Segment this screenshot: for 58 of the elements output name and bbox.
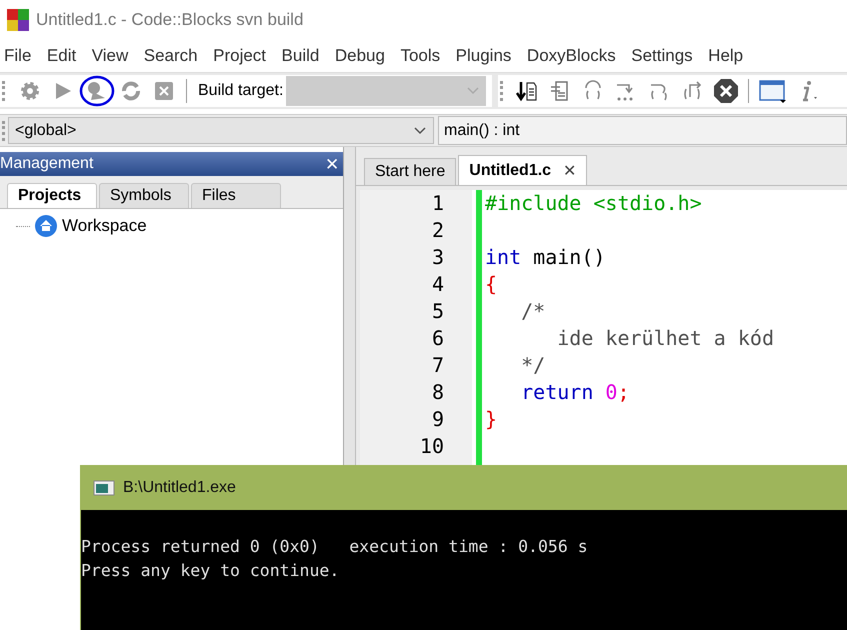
panel-title: Management: [0, 155, 94, 173]
chevron-icon: [466, 86, 480, 96]
highlight-circle: [78, 74, 116, 108]
panel-tab[interactable]: Projects: [7, 183, 97, 208]
tab-close-button[interactable]: ✕: [563, 160, 576, 180]
scope-dropdown[interactable]: <global>: [8, 117, 434, 144]
menu-item[interactable]: Project: [213, 46, 266, 66]
menu-item[interactable]: Debug: [334, 46, 385, 66]
menu-item[interactable]: Edit: [46, 46, 76, 66]
code-line: return 0;: [520, 380, 630, 404]
down-arrow-document-icon[interactable]: [515, 79, 540, 103]
code-line: }: [485, 407, 498, 431]
menu-item[interactable]: Plugins: [456, 46, 512, 66]
build-target-label: Build target:: [198, 82, 284, 100]
line-number: 5: [430, 298, 445, 325]
menu-item[interactable]: Tools: [400, 46, 440, 66]
line-number: 8: [430, 379, 445, 406]
menu-item[interactable]: Build: [282, 46, 320, 66]
line-number: 3: [430, 244, 445, 271]
chevron-icon: [413, 126, 427, 136]
line-number: 10: [418, 433, 445, 460]
close-button[interactable]: ✕: [325, 154, 339, 174]
menu-item[interactable]: View: [92, 46, 128, 66]
window-icon[interactable]: [758, 78, 788, 104]
refresh-icon[interactable]: [120, 80, 142, 102]
menu-item[interactable]: Search: [144, 46, 198, 66]
window-title: Untitled1.c - Code::Blocks svn build: [36, 10, 304, 30]
code-line: int main(): [485, 245, 606, 269]
line-number: 9: [430, 406, 445, 433]
code-line: #include <stdio.h>: [485, 191, 702, 215]
home-icon: [34, 214, 58, 238]
console-output-line: Process returned 0 (0x0) execution time : 0.056 s: [81, 536, 589, 558]
tree-item[interactable]: Workspace: [62, 216, 147, 236]
line-number: 2: [430, 217, 445, 244]
function-dropdown[interactable]: main() : int: [438, 116, 847, 145]
stop-icon[interactable]: [713, 78, 740, 104]
menu-item[interactable]: File: [4, 46, 32, 66]
close-icon[interactable]: [153, 80, 175, 102]
editor-tab[interactable]: Untitled1.c ✕: [458, 155, 588, 185]
line-number: 7: [430, 352, 445, 379]
code-line: /*: [520, 299, 546, 323]
gear-icon[interactable]: [19, 80, 41, 102]
menu-item[interactable]: Help: [708, 46, 744, 66]
menu-item[interactable]: Settings: [631, 46, 693, 66]
editor-tab[interactable]: Start here: [364, 158, 456, 185]
panel-tab[interactable]: Symbols: [99, 183, 189, 208]
line-number: 1: [430, 190, 445, 217]
line-number: 4: [430, 271, 445, 298]
code-line: */: [520, 353, 546, 377]
console-icon: [93, 478, 115, 496]
console-title: B:\Untitled1.exe: [123, 478, 236, 496]
panel-tab[interactable]: Files: [191, 183, 281, 208]
code-line: ide kerülhet a kód: [556, 326, 774, 350]
code-line: {: [485, 272, 498, 296]
menu-item[interactable]: DoxyBlocks: [526, 46, 616, 66]
line-number: 6: [430, 325, 445, 352]
console-output-line: Press any key to continue.: [81, 560, 340, 582]
app-logo-icon: [6, 8, 30, 32]
